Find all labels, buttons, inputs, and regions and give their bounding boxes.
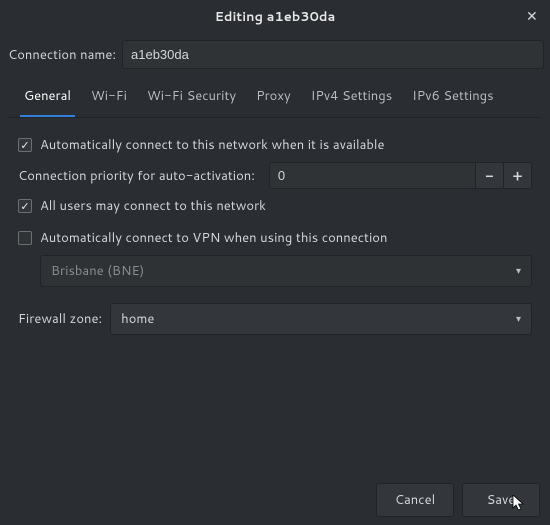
window-title: Editing a1eb30da [215, 8, 336, 26]
connection-name-label: Connection name: [6, 46, 116, 64]
vpn-select-value: Brisbane (BNE) [51, 262, 144, 280]
tab-ipv6[interactable]: IPv6 Settings [408, 79, 497, 117]
firewall-select[interactable]: home ▾ [110, 303, 532, 335]
all-users-row: All users may connect to this network [18, 197, 532, 215]
firewall-value: home [121, 310, 154, 328]
save-button[interactable]: Save [462, 483, 540, 517]
tab-proxy[interactable]: Proxy [252, 79, 295, 117]
auto-vpn-checkbox[interactable] [18, 231, 32, 245]
priority-label: Connection priority for auto-activation: [18, 167, 255, 185]
all-users-label: All users may connect to this network [40, 197, 266, 215]
general-panel: Automatically connect to this network wh… [0, 118, 550, 353]
close-icon[interactable]: ✕ [526, 9, 540, 23]
tabs: General Wi-Fi Wi-Fi Security Proxy IPv4 … [8, 79, 542, 118]
firewall-row: Firewall zone: home ▾ [18, 303, 532, 335]
tab-general[interactable]: General [20, 79, 75, 117]
auto-vpn-label: Automatically connect to VPN when using … [40, 229, 387, 247]
priority-minus-button[interactable]: − [476, 162, 504, 189]
vpn-select-row: Brisbane (BNE) ▾ [40, 255, 532, 287]
vpn-select: Brisbane (BNE) ▾ [40, 255, 532, 287]
connection-name-input[interactable] [122, 40, 544, 69]
tab-wifi[interactable]: Wi-Fi [87, 79, 131, 117]
auto-connect-checkbox[interactable] [18, 138, 32, 152]
titlebar: Editing a1eb30da ✕ [0, 0, 550, 34]
footer: Cancel Save [0, 475, 550, 525]
priority-plus-button[interactable]: + [504, 162, 532, 189]
all-users-checkbox[interactable] [18, 199, 32, 213]
chevron-down-icon: ▾ [516, 264, 521, 278]
tab-ipv4[interactable]: IPv4 Settings [307, 79, 396, 117]
auto-vpn-row: Automatically connect to VPN when using … [18, 229, 532, 247]
connection-name-row: Connection name: [0, 34, 550, 77]
priority-stepper: − + [269, 162, 532, 189]
auto-connect-label: Automatically connect to this network wh… [40, 136, 385, 154]
priority-input[interactable] [269, 162, 476, 189]
firewall-label: Firewall zone: [18, 310, 102, 328]
chevron-down-icon: ▾ [516, 312, 521, 326]
tab-wifi-security[interactable]: Wi-Fi Security [143, 79, 240, 117]
cancel-button[interactable]: Cancel [376, 483, 454, 517]
priority-row: Connection priority for auto-activation:… [18, 162, 532, 189]
auto-connect-row: Automatically connect to this network wh… [18, 136, 532, 154]
